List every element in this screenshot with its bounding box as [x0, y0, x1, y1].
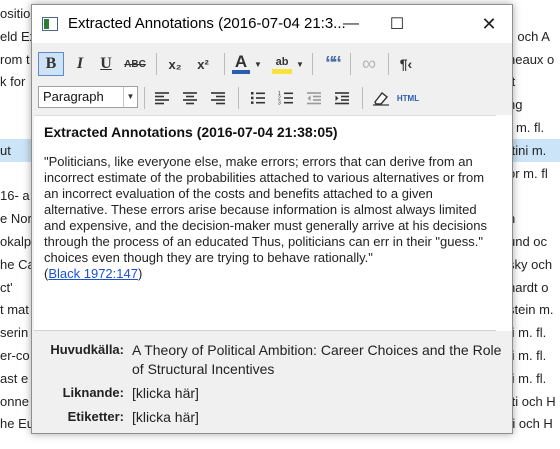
- bold-button[interactable]: B: [38, 52, 64, 76]
- svg-text:3: 3: [278, 100, 281, 105]
- toolbar-divider: [224, 53, 225, 75]
- align-right-button[interactable]: [206, 86, 230, 110]
- editor-scrollbar[interactable]: [496, 115, 512, 331]
- background-row-author: ti m. fl.: [508, 325, 547, 341]
- toolbar-divider: [312, 53, 313, 75]
- subscript-button[interactable]: x₂: [162, 52, 188, 76]
- highlight-swatch: [272, 68, 292, 74]
- annotation-editor[interactable]: Extracted Annotations (2016-07-04 21:38:…: [34, 115, 496, 331]
- background-row-author: stein m.: [508, 302, 554, 318]
- bulleted-list-button[interactable]: [246, 86, 270, 110]
- pilcrow-button[interactable]: ¶‹: [394, 52, 418, 76]
- font-color-icon: A: [234, 52, 248, 71]
- indent-icon: [335, 92, 349, 105]
- outdent-button[interactable]: [302, 86, 326, 110]
- background-row-author: r m. fl.: [508, 120, 545, 135]
- font-color-swatch: [232, 70, 250, 74]
- italic-button[interactable]: I: [68, 52, 92, 76]
- toolbar-divider: [144, 87, 145, 109]
- background-row-author: tt: [508, 70, 560, 93]
- minimize-button[interactable]: —: [328, 5, 374, 43]
- similar-label: Liknande:: [62, 385, 124, 400]
- background-row-author: und oc: [508, 234, 548, 249]
- highlight-icon: ab: [275, 55, 289, 68]
- toolbar-divider: [388, 53, 389, 75]
- outdent-icon: [307, 92, 321, 105]
- highlight-button[interactable]: ab: [270, 52, 294, 76]
- background-row-author: n: [508, 207, 560, 230]
- source-label: Huvudkälla:: [50, 342, 124, 357]
- link-button[interactable]: ∞: [356, 52, 382, 76]
- font-color-button[interactable]: A: [230, 52, 252, 76]
- chevron-down-icon: ▼: [123, 87, 137, 107]
- toolbar-divider: [238, 87, 239, 109]
- extracted-annotations-window: Extracted Annotations (2016-07-04 21:3..…: [31, 4, 513, 434]
- citation-link[interactable]: Black 1972:147: [48, 266, 138, 281]
- background-row-author: hardt o: [508, 279, 549, 295]
- strikethrough-button[interactable]: ABC: [120, 52, 150, 76]
- tags-value[interactable]: [klicka här]: [132, 408, 332, 427]
- annotation-quote: "Politicians, like everyone else, make e…: [44, 154, 499, 282]
- background-row-author: ng: [508, 97, 523, 113]
- background-row-author: neaux o: [508, 51, 555, 67]
- background-row-author: or m. fl: [508, 165, 548, 181]
- paragraph-style-select[interactable]: Paragraph ▼: [38, 86, 138, 108]
- numbered-list-icon: 123: [278, 91, 293, 105]
- window-title: Extracted Annotations (2016-07-04 21:3..…: [68, 15, 346, 32]
- tags-label: Etiketter:: [67, 409, 124, 424]
- source-value[interactable]: A Theory of Political Ambition: Career C…: [132, 341, 502, 379]
- formatting-toolbar: B I U ABC x₂ x² A ▼ ab ▼ ““ ∞ ¶‹: [32, 49, 512, 79]
- editor-heading: Extracted Annotations (2016-07-04 21:38:…: [44, 124, 338, 140]
- background-row-author: ti m. fl.: [508, 370, 547, 386]
- font-color-dropdown-icon[interactable]: ▼: [252, 52, 264, 76]
- toolbar-divider: [362, 87, 363, 109]
- maximize-button[interactable]: ☐: [374, 5, 420, 43]
- blockquote-button[interactable]: ““: [320, 52, 344, 76]
- similar-value[interactable]: [klicka här]: [132, 384, 332, 403]
- background-row-author: ttini m.: [508, 142, 547, 158]
- superscript-button[interactable]: x²: [190, 52, 216, 76]
- highlight-dropdown-icon[interactable]: ▼: [294, 52, 306, 76]
- paragraph-style-value: Paragraph: [43, 89, 104, 104]
- background-row-author: ll och A: [508, 28, 550, 44]
- numbered-list-button[interactable]: 123: [274, 86, 298, 110]
- toolbar-divider: [156, 53, 157, 75]
- clear-formatting-button[interactable]: [370, 86, 392, 110]
- align-left-icon: [155, 92, 169, 105]
- toolbar-divider: [350, 53, 351, 75]
- quote-text: "Politicians, like everyone else, make e…: [44, 154, 487, 265]
- underline-button[interactable]: U: [94, 52, 118, 76]
- indent-button[interactable]: [330, 86, 354, 110]
- background-row-author: ti m. fl.: [508, 348, 547, 363]
- html-source-button[interactable]: HTML: [394, 86, 422, 110]
- app-icon: [42, 17, 58, 31]
- close-button[interactable]: ✕: [466, 5, 512, 43]
- background-row-author: sky och: [508, 256, 553, 272]
- eraser-icon: [373, 92, 389, 106]
- background-row-author: tti och H: [508, 393, 556, 409]
- align-right-icon: [211, 92, 225, 105]
- title-bar[interactable]: Extracted Annotations (2016-07-04 21:3..…: [32, 5, 512, 43]
- citation-close: ): [137, 266, 143, 281]
- screen: ositioeld Exll och Arom tneaux ok forttn…: [0, 0, 560, 449]
- bulleted-list-icon: [251, 92, 265, 104]
- align-center-button[interactable]: [178, 86, 202, 110]
- align-left-button[interactable]: [150, 86, 174, 110]
- align-center-icon: [183, 92, 197, 105]
- paragraph-toolbar: Paragraph ▼ 123 HTML: [32, 83, 512, 113]
